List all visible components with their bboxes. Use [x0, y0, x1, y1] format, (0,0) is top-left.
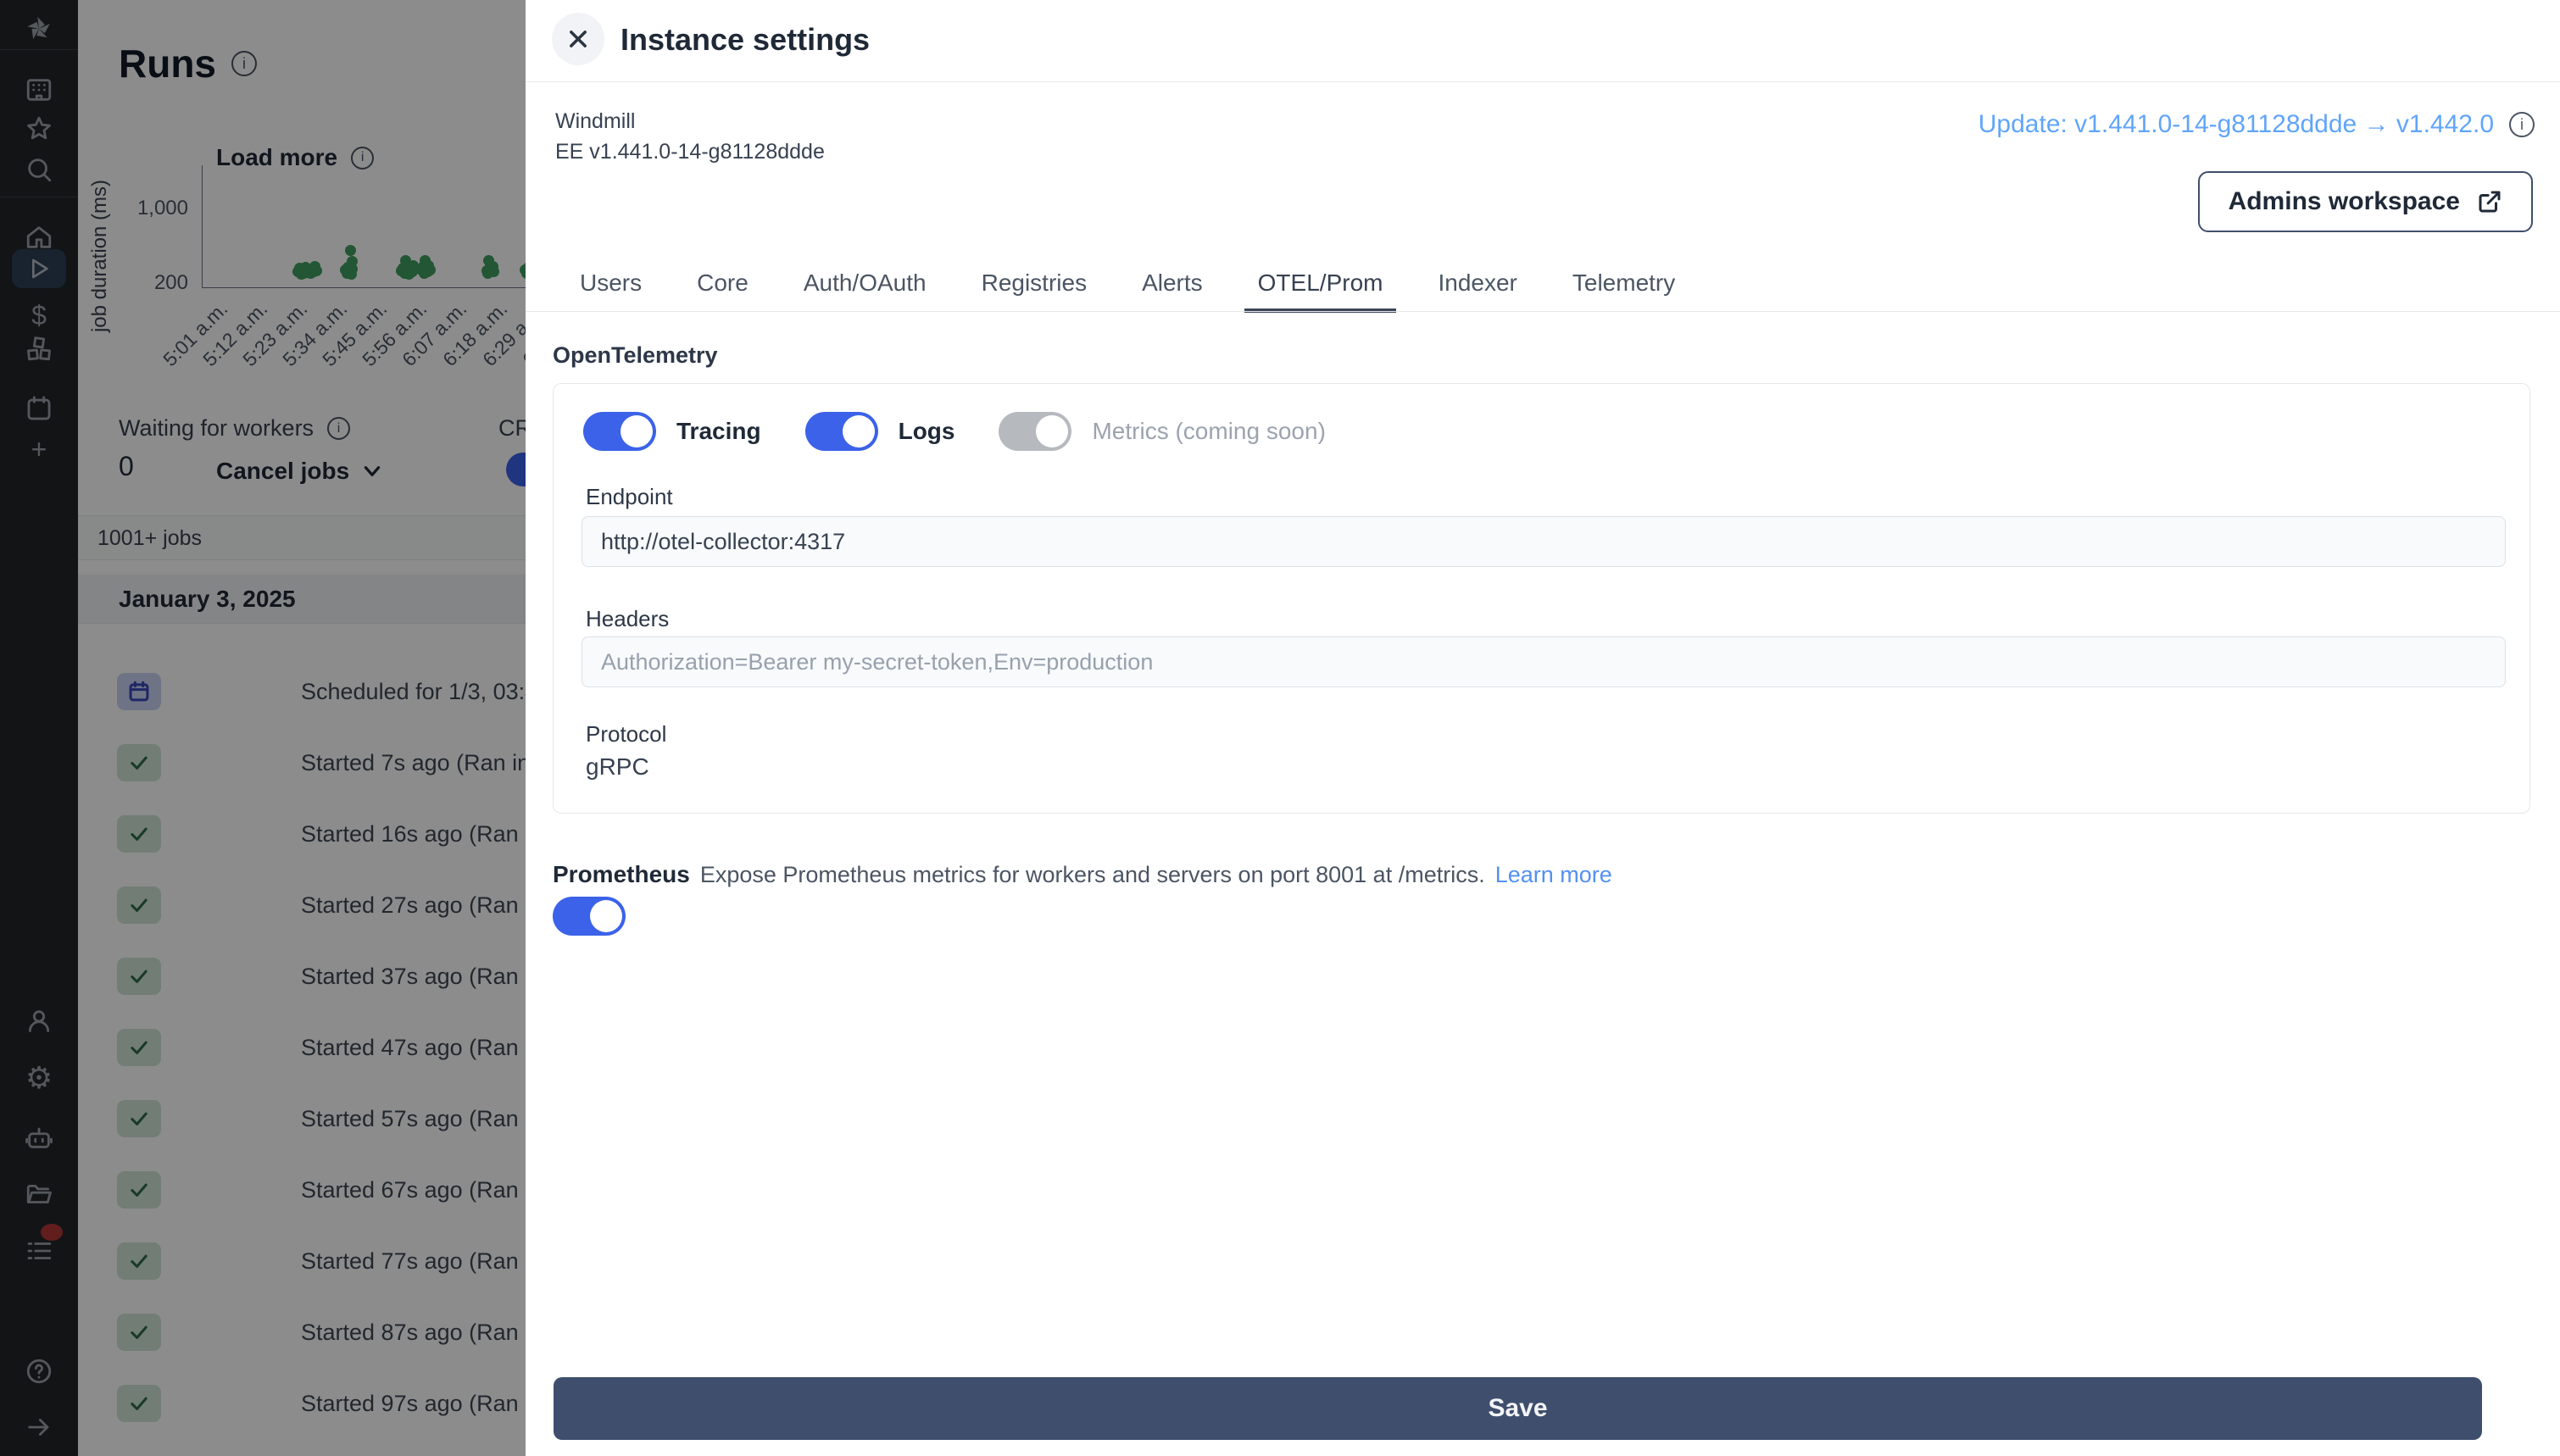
- settings-tabs: Users Core Auth/OAuth Registries Alerts …: [566, 270, 1689, 313]
- toggle-knob: [590, 900, 622, 932]
- metrics-toggle-disabled: [999, 412, 1072, 451]
- toggle-knob: [621, 415, 653, 447]
- learn-more-link[interactable]: Learn more: [1495, 862, 1612, 888]
- version-string: EE v1.441.0-14-g81128ddde: [555, 140, 825, 164]
- tab-auth-oauth[interactable]: Auth/OAuth: [790, 270, 940, 313]
- update-link[interactable]: Update: v1.441.0-14-g81128ddde → v1.442.…: [1978, 110, 2494, 139]
- headers-input[interactable]: [582, 636, 2506, 687]
- prometheus-title: Prometheus: [553, 861, 690, 887]
- tab-core[interactable]: Core: [683, 270, 762, 313]
- tab-users[interactable]: Users: [566, 270, 655, 313]
- external-link-icon: [2479, 191, 2501, 213]
- endpoint-label: Endpoint: [586, 484, 673, 509]
- protocol-value: gRPC: [586, 753, 649, 780]
- app-root: Runs i Load more i job duration (ms) 1,0…: [0, 0, 2560, 1456]
- toggle-knob: [1036, 415, 1069, 447]
- tab-otel-prom[interactable]: OTEL/Prom: [1244, 270, 1397, 313]
- toggle-knob: [842, 415, 875, 447]
- tracing-toggle-group: Tracing: [583, 412, 761, 451]
- prometheus-description: Expose Prometheus metrics for workers an…: [699, 862, 1485, 887]
- protocol-label: Protocol: [586, 721, 667, 747]
- close-button[interactable]: [552, 13, 604, 65]
- prometheus-toggle[interactable]: [553, 897, 626, 936]
- info-icon[interactable]: i: [2509, 112, 2535, 137]
- otel-section-heading: OpenTelemetry: [553, 342, 718, 368]
- logs-toggle[interactable]: [804, 412, 878, 451]
- modal-title: Instance settings: [621, 22, 871, 57]
- tracing-label: Tracing: [676, 418, 761, 444]
- admins-workspace-label: Admins workspace: [2228, 187, 2460, 215]
- logs-toggle-group: Logs: [804, 412, 955, 451]
- tab-registries[interactable]: Registries: [968, 270, 1100, 313]
- tab-indexer[interactable]: Indexer: [1424, 270, 1530, 313]
- logs-label: Logs: [898, 418, 955, 444]
- save-button[interactable]: Save: [554, 1377, 2482, 1440]
- version-info: Windmill EE v1.441.0-14-g81128ddde: [555, 106, 825, 167]
- close-icon: [570, 31, 587, 47]
- divider: [526, 311, 2560, 312]
- metrics-toggle-group: Metrics (coming soon): [999, 412, 1326, 451]
- headers-label: Headers: [586, 606, 670, 631]
- tab-telemetry[interactable]: Telemetry: [1559, 270, 1689, 313]
- instance-settings-modal: Instance settings Windmill EE v1.441.0-1…: [526, 0, 2560, 1456]
- tab-alerts[interactable]: Alerts: [1128, 270, 1216, 313]
- app-name: Windmill: [555, 109, 636, 133]
- endpoint-input[interactable]: [582, 516, 2506, 567]
- metrics-label: Metrics (coming soon): [1092, 418, 1326, 444]
- otel-settings-panel: Tracing Logs Metrics (coming soon) Endpo…: [553, 383, 2530, 814]
- otel-toggles: Tracing Logs Metrics (coming soon): [583, 412, 1326, 451]
- update-row: Update: v1.441.0-14-g81128ddde → v1.442.…: [1978, 110, 2535, 139]
- divider: [526, 81, 2560, 82]
- admins-workspace-button[interactable]: Admins workspace: [2197, 171, 2533, 232]
- prometheus-section: Prometheus Expose Prometheus metrics for…: [553, 861, 1612, 888]
- tracing-toggle[interactable]: [583, 412, 656, 451]
